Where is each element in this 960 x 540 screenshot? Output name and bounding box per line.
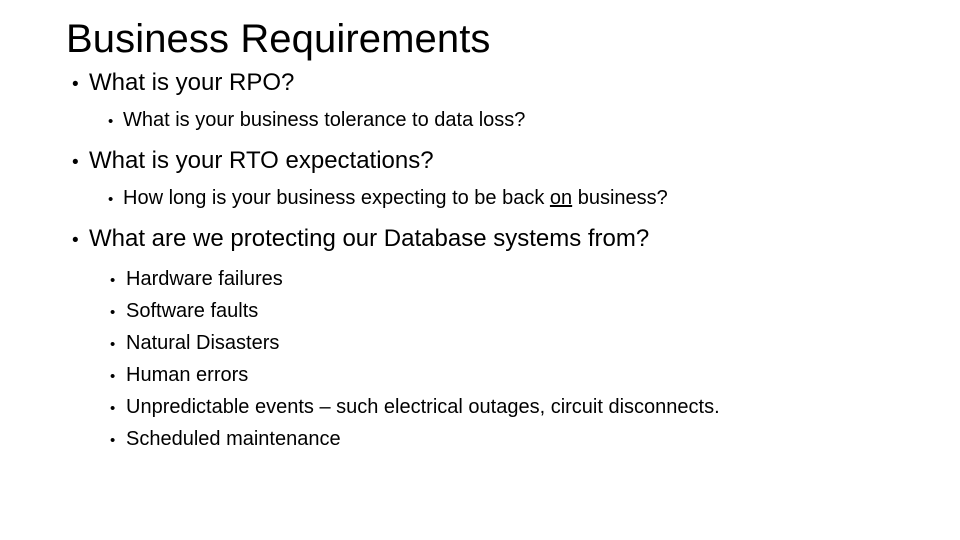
bullet-icon: • [110, 336, 116, 353]
bullet-level2-tolerance: • What is your business tolerance to dat… [66, 108, 906, 134]
list-item: • Hardware failures [66, 264, 906, 296]
bullet-level2-text-prefix: How long is your business expecting to b… [123, 187, 550, 209]
bullet-level1-label: What is your RPO? [89, 69, 295, 96]
bullet-icon: • [110, 304, 116, 321]
bullet-level2-backon: • How long is your business expecting to… [66, 186, 906, 212]
bullet-group-protection: • What are we protecting our Database sy… [66, 224, 906, 456]
slide-canvas: Business Requirements • What is your RPO… [0, 0, 960, 540]
bullet-level1-protection: • What are we protecting our Database sy… [66, 224, 906, 255]
bullet-icon: • [108, 113, 114, 130]
list-item: • Human errors [66, 360, 906, 392]
bullet-level1-rto: • What is your RTO expectations? [66, 146, 906, 177]
bullet-icon: • [72, 74, 79, 95]
list-item: • Natural Disasters [66, 328, 906, 360]
bullet-group-rpo: • What is your RPO? • What is your busin… [66, 68, 906, 134]
list-item-label: Hardware failures [126, 268, 283, 290]
bullet-level2-text-emphasis: on [549, 187, 573, 209]
list-item: • Unpredictable events – such electrical… [66, 392, 906, 424]
bullet-level1-label: What are we protecting our Database syst… [89, 225, 650, 252]
bullet-icon: • [72, 230, 79, 251]
list-item-label: Natural Disasters [126, 332, 280, 354]
bullet-icon: • [110, 368, 116, 385]
list-item-label: Human errors [126, 364, 249, 386]
sub-list-rpo: • What is your business tolerance to dat… [66, 108, 906, 134]
page-title: Business Requirements [66, 17, 491, 61]
bullet-icon: • [108, 191, 114, 208]
list-item-label: Software faults [126, 300, 259, 322]
bullet-icon: • [110, 400, 116, 417]
list-item-label: Scheduled maintenance [126, 428, 341, 450]
slide-body: • What is your RPO? • What is your busin… [66, 68, 906, 456]
bullet-level2-text-suffix: business? [572, 187, 668, 209]
bullet-icon: • [110, 432, 116, 449]
sub-list-rto: • How long is your business expecting to… [66, 186, 906, 212]
sub-list-protection: • Hardware failures • Software faults • … [66, 264, 906, 456]
bullet-icon: • [110, 272, 116, 289]
bullet-level2-label: What is your business tolerance to data … [123, 108, 525, 133]
bullet-level2-text-prefix: What is your business tolerance to data … [123, 109, 526, 131]
bullet-group-rto: • What is your RTO expectations? • How l… [66, 146, 906, 212]
list-item-label: Unpredictable events – such electrical o… [126, 396, 720, 418]
list-item: • Scheduled maintenance [66, 424, 906, 456]
list-item: • Software faults [66, 296, 906, 328]
bullet-level1-label: What is your RTO expectations? [89, 147, 434, 174]
bullet-icon: • [72, 152, 79, 173]
bullet-level1-rpo: • What is your RPO? [66, 68, 906, 99]
bullet-level2-label: How long is your business expecting to b… [123, 186, 668, 211]
